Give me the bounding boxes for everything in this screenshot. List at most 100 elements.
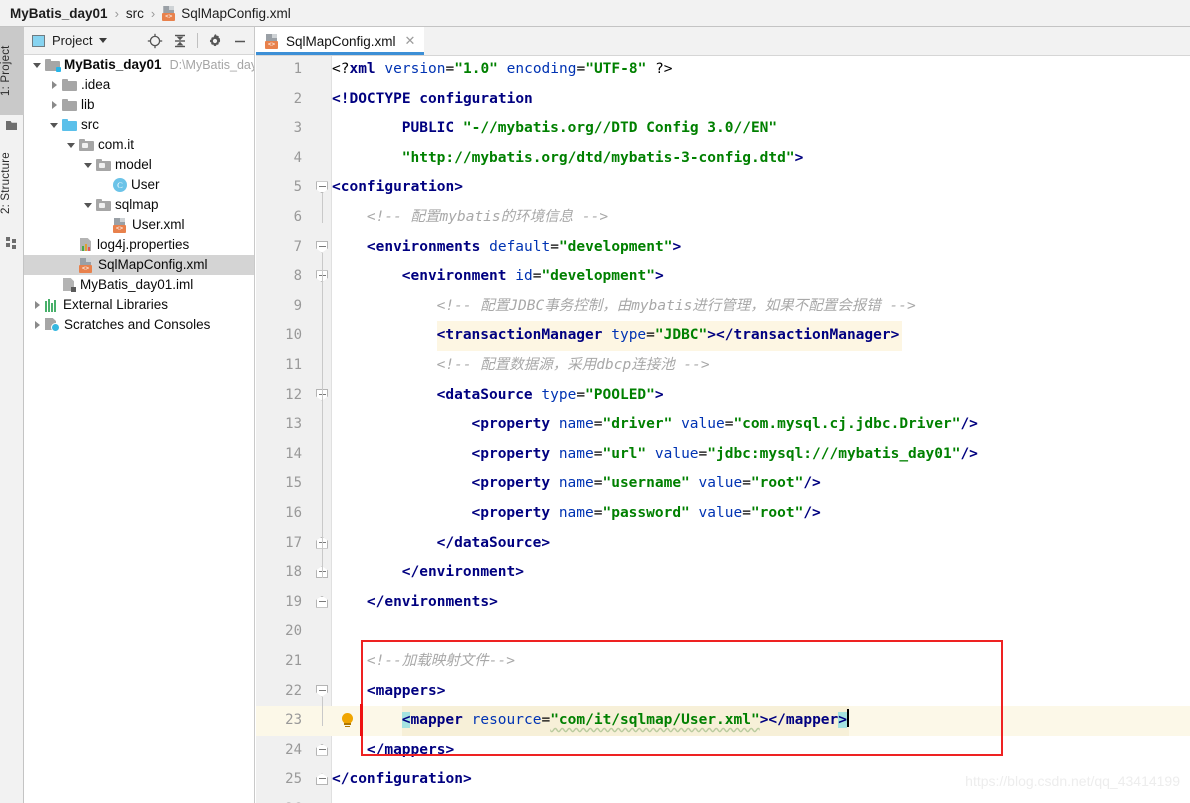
- tree-item-log4j-properties[interactable]: log4j.properties: [24, 235, 254, 255]
- fold-close-icon[interactable]: [316, 743, 329, 757]
- gear-icon[interactable]: [207, 33, 223, 49]
- project-icon: [6, 120, 17, 130]
- collapse-arrow-icon[interactable]: [32, 60, 43, 71]
- code-line[interactable]: 8 <environment id="development">: [256, 262, 1190, 292]
- intention-bulb-icon[interactable]: [341, 713, 354, 728]
- code-line[interactable]: 18 </environment>: [256, 558, 1190, 588]
- code-line[interactable]: 1 <?xml version="1.0" encoding="UTF-8" ?>: [256, 56, 1190, 85]
- expand-arrow-icon[interactable]: [32, 300, 43, 311]
- breadcrumb-item-src[interactable]: src: [126, 6, 144, 21]
- tree-item-src[interactable]: src: [24, 115, 254, 135]
- breadcrumb-separator: ›: [150, 5, 156, 21]
- expand-arrow-icon[interactable]: [49, 100, 60, 111]
- code-line-text: <property name="username" value="root"/>: [471, 475, 821, 492]
- code-line[interactable]: 7 <environments default="development">: [256, 233, 1190, 263]
- xml-file-icon: <>: [113, 217, 128, 233]
- class-icon: C: [113, 178, 127, 192]
- code-line-text: </mappers>: [366, 741, 455, 758]
- code-line[interactable]: 3 PUBLIC "-//mybatis.org//DTD Config 3.0/…: [256, 114, 1190, 144]
- close-icon[interactable]: ✕: [405, 33, 416, 49]
- code-line[interactable]: 14 <property name="url" value="jdbc:mysql…: [256, 440, 1190, 470]
- tree-item-mybatis-day01[interactable]: MyBatis_day01 D:\MyBatis_day01: [24, 55, 254, 75]
- chevron-down-icon[interactable]: [99, 38, 108, 43]
- iml-file-icon: [62, 278, 76, 292]
- sidebar-tab-project[interactable]: 1: Project: [0, 27, 24, 115]
- collapse-arrow-icon[interactable]: [83, 160, 94, 171]
- line-number: 3: [293, 120, 302, 137]
- line-number: 18: [285, 564, 302, 581]
- code-line[interactable]: 12 <dataSource type="POOLED">: [256, 381, 1190, 411]
- code-line[interactable]: 2 <!DOCTYPE configuration: [256, 85, 1190, 115]
- code-line[interactable]: 16 <property name="password" value="root"…: [256, 499, 1190, 529]
- code-line[interactable]: 22 <mappers>: [256, 677, 1190, 707]
- properties-file-icon: [79, 238, 93, 252]
- expand-arrow-icon[interactable]: [49, 80, 60, 91]
- editor-area: <> SqlMapConfig.xml ✕ 1 <?xml version="1.…: [256, 27, 1190, 803]
- fold-close-icon[interactable]: [316, 595, 329, 609]
- code-line[interactable]: 17 </dataSource>: [256, 529, 1190, 559]
- code-line[interactable]: 23 <mapper resource="com/it/sqlmap/User.x…: [256, 706, 1190, 736]
- fold-close-icon[interactable]: [316, 773, 329, 786]
- code-line-text: <!-- 配置数据源，采用dbcp连接池 -->: [436, 357, 710, 373]
- breadcrumb: MyBatis_day01 › src › <> SqlMapConfig.xm…: [0, 0, 1190, 27]
- collapse-all-icon[interactable]: [172, 33, 188, 49]
- line-number: 12: [285, 386, 302, 403]
- tree-item-com-it[interactable]: com.it: [24, 135, 254, 155]
- line-number: 10: [285, 327, 302, 344]
- tree-item-scratches-and-consoles[interactable]: Scratches and Consoles: [24, 315, 254, 335]
- project-tree[interactable]: MyBatis_day01 D:\MyBatis_day01 .idea lib src…: [24, 55, 254, 803]
- collapse-arrow-icon[interactable]: [49, 120, 60, 131]
- project-view-selector[interactable]: Project: [24, 33, 108, 48]
- tree-item-idea[interactable]: .idea: [24, 75, 254, 95]
- tree-item-lib[interactable]: lib: [24, 95, 254, 115]
- editor-tab-label: SqlMapConfig.xml: [286, 33, 396, 49]
- code-line[interactable]: 5 <configuration>: [256, 173, 1190, 203]
- package-icon: [96, 159, 111, 171]
- tree-item-label: External Libraries: [63, 297, 169, 312]
- line-number: 13: [285, 416, 302, 433]
- minimize-icon[interactable]: [232, 33, 248, 49]
- package-icon: [96, 199, 111, 211]
- code-line[interactable]: 20: [256, 617, 1190, 647]
- tree-item-sqlmap[interactable]: sqlmap: [24, 195, 254, 215]
- line-number: 1: [293, 61, 302, 77]
- tree-item-sqlmapconfig-xml[interactable]: <> SqlMapConfig.xml: [24, 255, 254, 275]
- structure-icon: [6, 237, 17, 249]
- code-line[interactable]: 10 <transactionManager type="JDBC"></tran…: [256, 321, 1190, 351]
- collapse-arrow-icon[interactable]: [66, 140, 77, 151]
- code-line[interactable]: 19 </environments>: [256, 588, 1190, 618]
- code-line[interactable]: 6 <!-- 配置mybatis的环境信息 -->: [256, 203, 1190, 233]
- code-line[interactable]: 13 <property name="driver" value="com.mys…: [256, 410, 1190, 440]
- breadcrumb-item-file[interactable]: <> SqlMapConfig.xml: [162, 5, 291, 21]
- tree-item-external-libraries[interactable]: External Libraries: [24, 295, 254, 315]
- module-folder-icon: [45, 59, 61, 72]
- tree-item-mybatis-day01-iml[interactable]: MyBatis_day01.iml: [24, 275, 254, 295]
- tree-item-user[interactable]: C User: [24, 175, 254, 195]
- tree-item-model[interactable]: model: [24, 155, 254, 175]
- sidebar-tab-structure[interactable]: 2: Structure: [0, 135, 24, 231]
- line-number: 20: [285, 623, 302, 640]
- code-line[interactable]: 9 <!-- 配置JDBC事务控制，由mybatis进行管理，如果不配置会报错 -…: [256, 292, 1190, 322]
- code-line[interactable]: 24 </mappers>: [256, 736, 1190, 766]
- collapse-arrow-icon[interactable]: [83, 200, 94, 211]
- project-tool-window: Project MyBatis_day01 D:\MyBatis_day .id…: [24, 27, 255, 803]
- tree-item-label: log4j.properties: [97, 237, 190, 252]
- code-editor[interactable]: 1 <?xml version="1.0" encoding="UTF-8" ?>…: [256, 56, 1190, 803]
- code-line-text: PUBLIC "-//mybatis.org//DTD Config 3.0//…: [401, 120, 778, 137]
- code-line[interactable]: 15 <property name="username" value="root"…: [256, 469, 1190, 499]
- code-line[interactable]: 21 <!--加载映射文件-->: [256, 647, 1190, 677]
- tree-item-user-xml[interactable]: <> User.xml: [24, 215, 254, 235]
- breadcrumb-item-project[interactable]: MyBatis_day01: [10, 6, 108, 21]
- ide-window: MyBatis_day01 › src › <> SqlMapConfig.xm…: [0, 0, 1190, 803]
- line-number: 2: [293, 90, 302, 107]
- code-line[interactable]: 11 <!-- 配置数据源，采用dbcp连接池 -->: [256, 351, 1190, 381]
- code-line[interactable]: 4 "http://mybatis.org/dtd/mybatis-3-confi…: [256, 144, 1190, 174]
- expand-arrow-icon[interactable]: [32, 320, 43, 331]
- sidebar-tab-structure-label: 2: Structure: [0, 152, 12, 214]
- line-number: 22: [285, 682, 302, 699]
- code-line-text: </dataSource>: [436, 534, 551, 551]
- editor-tab-sqlmapconfig[interactable]: <> SqlMapConfig.xml ✕: [256, 27, 425, 55]
- code-line[interactable]: 26: [256, 795, 1190, 803]
- active-tab-indicator: [256, 52, 425, 55]
- locate-icon[interactable]: [147, 33, 163, 49]
